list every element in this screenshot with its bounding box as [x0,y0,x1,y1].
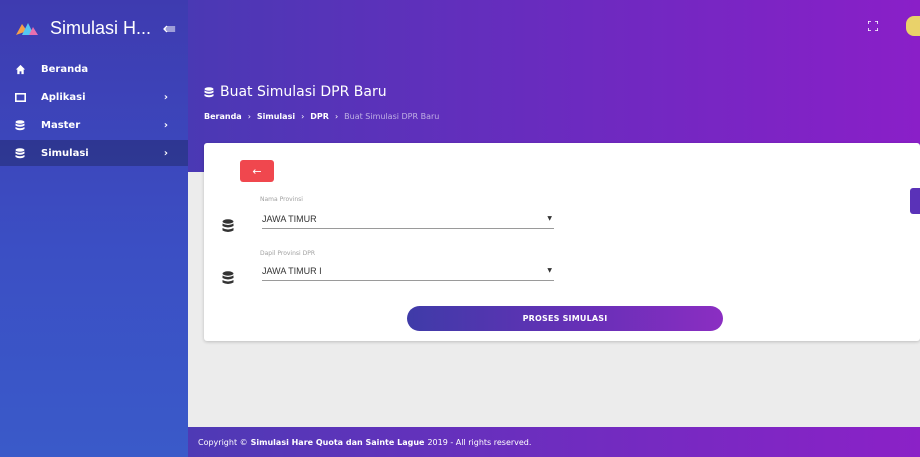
proses-simulasi-button[interactable]: PROSES SIMULASI [407,306,723,331]
footer-prefix: Copyright © [198,437,248,447]
breadcrumb: Beranda › Simulasi › DPR › Buat Simulasi… [204,112,439,121]
breadcrumb-current: Buat Simulasi DPR Baru [344,112,440,121]
form-card: ← Nama Provinsi JAWA TIMUR ▼ Dapil Provi… [204,143,920,341]
caret-down-icon: ▼ [547,267,552,274]
breadcrumb-simulasi[interactable]: Simulasi [257,112,295,121]
logo-icon [16,23,38,35]
caret-down-icon: ▼ [547,215,552,222]
footer-app-name: Simulasi Hare Quota dan Sainte Lague [250,437,425,447]
breadcrumb-dpr[interactable]: DPR [310,112,329,121]
collapse-sidebar-icon[interactable]: ⇚ [163,19,176,38]
breadcrumb-separator: › [247,112,251,121]
side-action-button[interactable] [910,188,920,214]
sidebar: Simulasi H... ⇚ Beranda Aplikasi › Maste… [0,0,188,457]
footer-suffix: 2019 - All rights reserved. [427,437,532,447]
sidebar-item-simulasi[interactable]: Simulasi › [0,140,188,166]
chevron-right-icon: › [163,119,168,131]
breadcrumb-separator: › [334,112,339,121]
chevron-right-icon: › [163,91,168,103]
window-icon [14,91,26,103]
dapil-select-value: JAWA TIMUR I [262,265,322,276]
sidebar-item-master[interactable]: Master › [0,112,188,138]
brand: Simulasi H... ⇚ [0,0,188,56]
database-icon [204,86,214,98]
sidebar-item-beranda[interactable]: Beranda [0,56,188,82]
sidebar-item-label: Simulasi [41,147,89,159]
database-icon [222,219,234,232]
back-button[interactable]: ← [240,160,274,182]
footer: Copyright © Simulasi Hare Quota dan Sain… [188,427,920,457]
database-icon [222,271,234,284]
breadcrumb-separator: › [301,112,305,121]
breadcrumb-beranda[interactable]: Beranda [204,112,242,121]
page-title: Buat Simulasi DPR Baru [204,84,387,100]
home-icon [14,63,26,75]
provinsi-label: Nama Provinsi [260,196,303,203]
sidebar-item-label: Master [41,119,81,131]
chevron-right-icon: › [163,147,168,159]
database-icon [14,119,26,131]
sidebar-item-aplikasi[interactable]: Aplikasi › [0,84,188,110]
page-title-text: Buat Simulasi DPR Baru [220,84,387,100]
dapil-select[interactable]: JAWA TIMUR I ▼ [262,261,554,281]
provinsi-select[interactable]: JAWA TIMUR ▼ [262,209,554,229]
sidebar-item-label: Aplikasi [41,91,86,103]
avatar[interactable] [906,16,920,36]
sidebar-item-label: Beranda [41,63,89,75]
fullscreen-icon[interactable] [868,21,878,31]
dapil-label: Dapil Provinsi DPR [260,250,315,257]
database-icon [14,147,26,159]
topbar-actions [868,16,920,36]
app-title: Simulasi H... [50,17,152,38]
provinsi-select-value: JAWA TIMUR [262,213,317,224]
